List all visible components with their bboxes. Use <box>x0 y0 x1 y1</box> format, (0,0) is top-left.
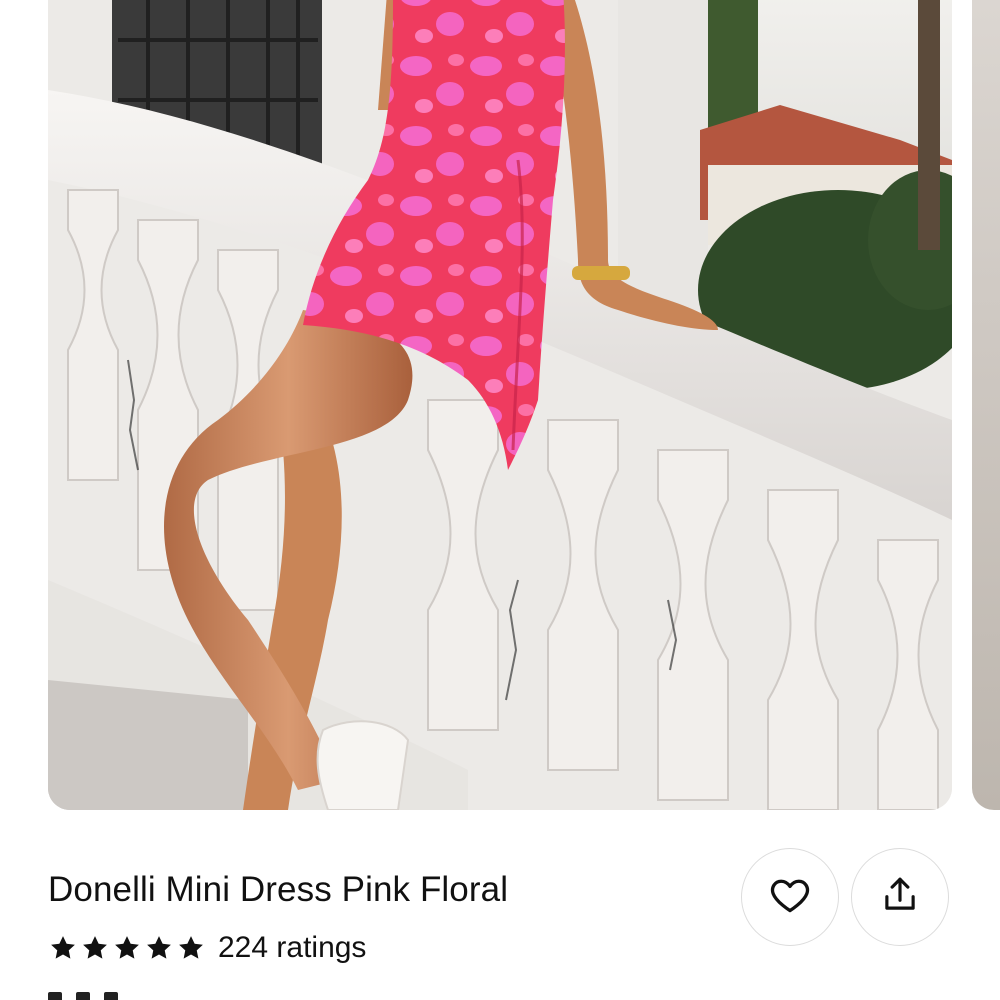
cut-off-content <box>48 992 118 1000</box>
next-photo-peek[interactable] <box>972 0 1000 810</box>
product-page: Donelli Mini Dress Pink Floral 224 ratin… <box>0 0 1000 1000</box>
cut-off-glyph <box>104 992 118 1000</box>
star-icon <box>48 933 78 963</box>
heart-icon <box>768 873 812 922</box>
product-photo-illustration <box>48 0 952 810</box>
ratings-count[interactable]: 224 ratings <box>218 931 366 965</box>
share-button[interactable] <box>851 848 949 946</box>
star-icon <box>144 933 174 963</box>
star-rating <box>48 933 206 963</box>
star-icon <box>112 933 142 963</box>
product-photo[interactable] <box>48 0 952 810</box>
favorite-button[interactable] <box>741 848 839 946</box>
star-icon <box>80 933 110 963</box>
rating-summary[interactable]: 224 ratings <box>48 928 366 968</box>
cut-off-glyph <box>48 992 62 1000</box>
share-icon <box>879 874 921 921</box>
star-icon <box>176 933 206 963</box>
product-title: Donelli Mini Dress Pink Floral <box>48 870 509 909</box>
cut-off-glyph <box>76 992 90 1000</box>
image-carousel[interactable] <box>0 0 1000 810</box>
